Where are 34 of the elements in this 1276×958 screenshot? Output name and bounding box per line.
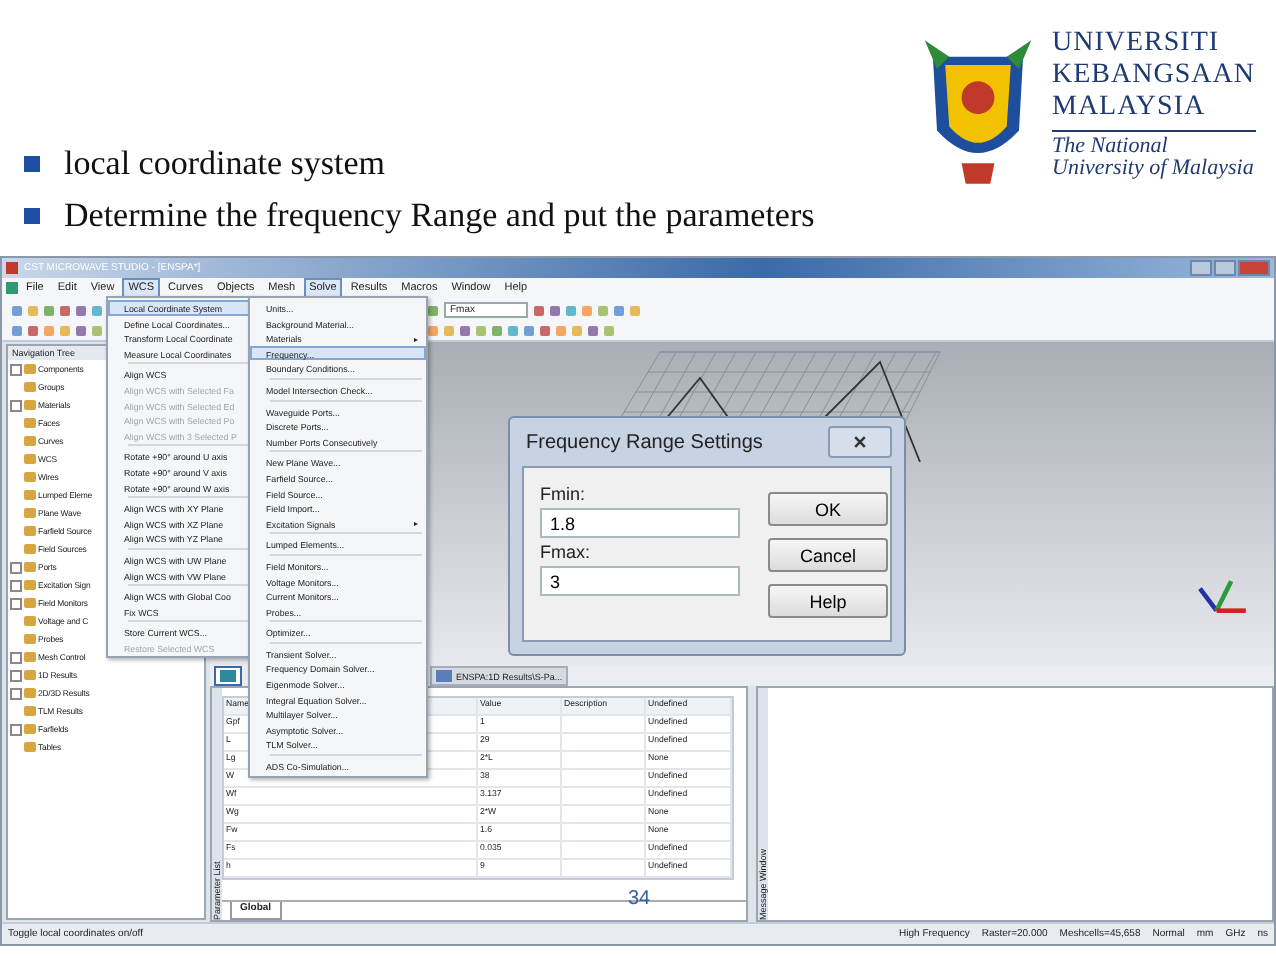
input-field[interactable]: 3 [540,566,740,596]
university-name: MALAYSIA [1052,92,1208,124]
bullet-text: local coordinate system [64,144,386,184]
expand-icon[interactable] [10,363,22,375]
university-name: KEBANGSAAN [1052,60,1256,92]
close-icon [852,434,868,450]
expand-icon[interactable] [10,723,22,735]
bullet-icon [24,208,40,224]
app-icon [6,262,18,274]
close-button[interactable] [828,426,892,458]
window-icon [436,670,452,682]
submenu-arrow-icon [414,337,418,342]
document-tab[interactable] [214,666,242,686]
document-icon [6,282,18,294]
tool-icon[interactable] [428,305,438,315]
dialog-button[interactable]: Cancel [768,538,888,572]
axes-icon [1194,574,1250,618]
field-label: Fmin: [540,484,587,504]
field-label: Fmax: [540,542,593,562]
bullet-icon [24,156,40,172]
expand-icon[interactable] [10,399,22,411]
submenu-arrow-icon [414,522,418,527]
page-number: 34 [628,888,651,910]
dialog-button[interactable]: OK [768,492,888,526]
close-icon[interactable] [1238,260,1270,276]
dialog-title: Frequency Range Settings [526,431,763,453]
input-field[interactable]: 1.8 [540,508,740,538]
minimize-icon[interactable] [1190,260,1212,276]
university-name: UNIVERSITI [1052,28,1222,60]
tagline: The National University of Malaysia [1052,130,1256,180]
maximize-icon[interactable] [1214,260,1236,276]
bullet-text: Determine the frequency Range and put the parameters [64,196,815,236]
window-icon [220,670,236,682]
dialog-button[interactable]: Help [768,584,888,618]
